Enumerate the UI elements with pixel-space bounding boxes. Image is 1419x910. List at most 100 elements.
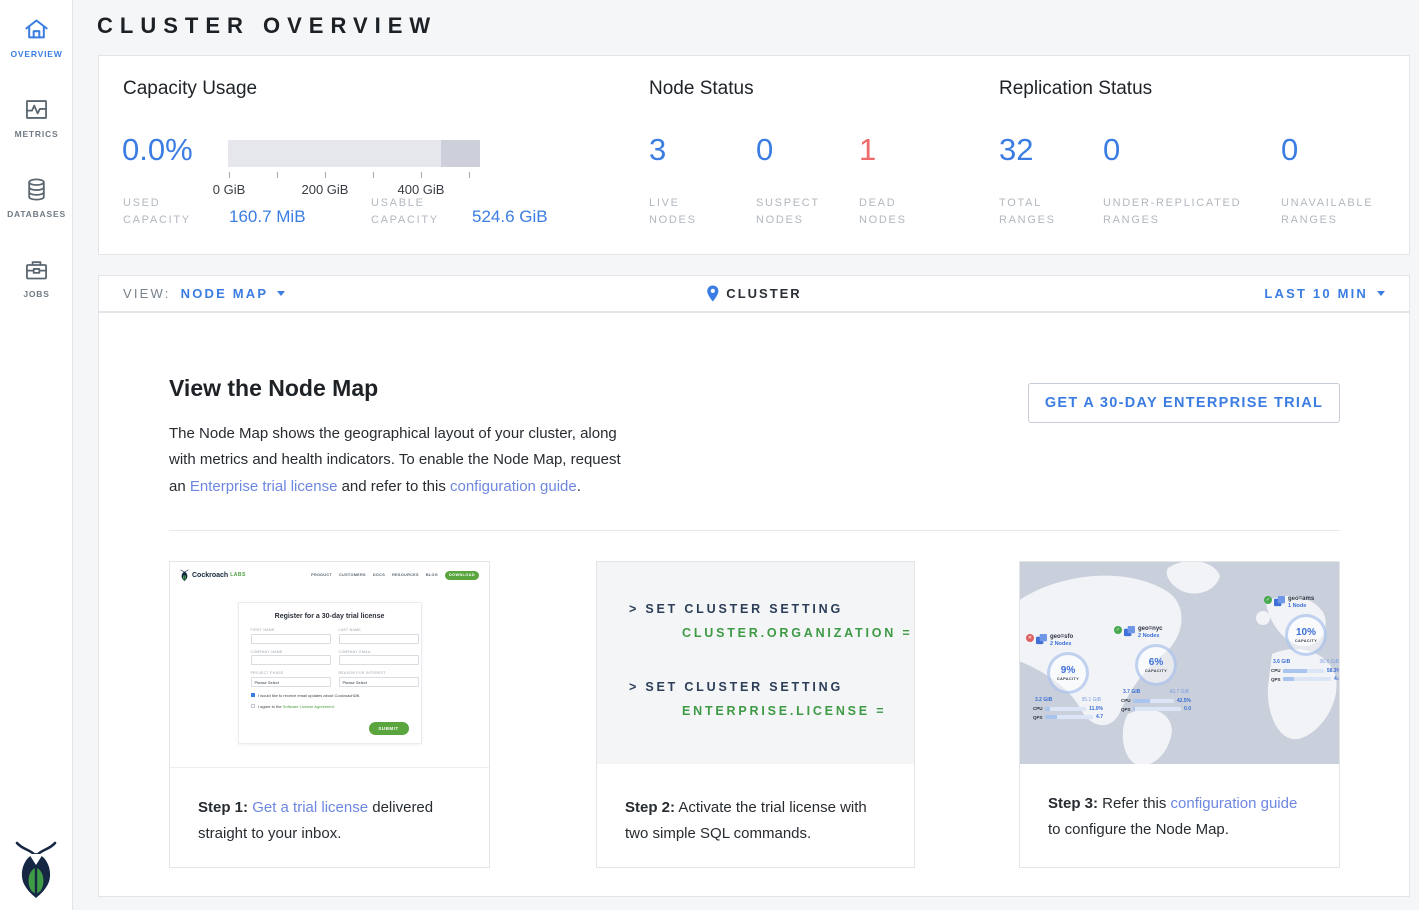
configuration-guide-link[interactable]: configuration guide xyxy=(450,478,577,495)
sql-argument: ENTERPRISE.LICENSE = xyxy=(682,704,886,718)
sql-statement: > SET CLUSTER SETTING xyxy=(629,602,843,616)
dead-nodes-value: 1 xyxy=(859,132,876,168)
replication-status-title: Replication Status xyxy=(999,78,1152,100)
page-title: CLUSTER OVERVIEW xyxy=(97,13,437,39)
capacity-gauge: 6% CAPACITY xyxy=(1135,644,1177,686)
node-map-preview: ✕ geo=sfo2 Nodes 9% CAPACITY 3.2 GiB35.1… xyxy=(1020,562,1339,764)
time-range-selector[interactable]: LAST 10 MIN xyxy=(1264,286,1368,301)
trial-license-site-screenshot: Cockroach LABS PRODUCT CUSTOMERS DOCS RE… xyxy=(170,562,489,768)
axis-tick-label: 0 GiB xyxy=(199,182,259,197)
usable-capacity-value: 524.6 GiB xyxy=(472,207,548,227)
capacity-gauge: 10% CAPACITY xyxy=(1285,614,1327,656)
used-capacity-label: USEDCAPACITY xyxy=(123,195,191,229)
capacity-usage-title: Capacity Usage xyxy=(123,78,257,100)
usable-capacity-label: USABLECAPACITY xyxy=(371,195,439,229)
get-trial-license-link[interactable]: Get a trial license xyxy=(252,799,368,816)
enterprise-trial-license-link[interactable]: Enterprise trial license xyxy=(190,478,338,495)
mini-site-nav: PRODUCT CUSTOMERS DOCS RESOURCES BLOG DO… xyxy=(311,571,479,580)
mini-site-select: Please Select xyxy=(339,677,419,687)
step1-card: Cockroach LABS PRODUCT CUSTOMERS DOCS RE… xyxy=(169,561,490,868)
step3-card: ✕ geo=sfo2 Nodes 9% CAPACITY 3.2 GiB35.1… xyxy=(1019,561,1340,868)
sql-argument: CLUSTER.ORGANIZATION = xyxy=(682,626,912,640)
suspect-nodes-label: SUSPECTNODES xyxy=(756,195,820,229)
map-node-sfo: ✕ geo=sfo2 Nodes 9% CAPACITY 3.2 GiB35.1… xyxy=(1026,634,1110,720)
mini-site-register-form: Register for a 30-day trial license FIRS… xyxy=(238,602,422,744)
node-cube-icon xyxy=(1036,634,1047,645)
mini-site-input xyxy=(251,655,331,665)
sidebar-item-label: JOBS xyxy=(0,289,73,299)
step2-caption: Step 2: Activate the trial license with … xyxy=(597,768,914,847)
location-pin-icon xyxy=(706,285,719,302)
map-node-ams: ✓ geo=ams1 Node 10% CAPACITY 3.6 GiB36.6… xyxy=(1264,596,1339,682)
node-cube-icon xyxy=(1274,596,1285,607)
cluster-overview-page: OVERVIEW METRICS DATABASES JOBS CLUSTER … xyxy=(0,0,1419,910)
live-nodes-label: LIVENODES xyxy=(649,195,697,229)
used-capacity-value: 160.7 MiB xyxy=(229,207,306,227)
jobs-icon xyxy=(23,256,50,283)
sidebar-item-databases[interactable]: DATABASES xyxy=(0,176,73,219)
mini-site-topbar: Cockroach LABS PRODUCT CUSTOMERS DOCS RE… xyxy=(170,562,489,588)
under-replicated-ranges-value: 0 xyxy=(1103,132,1120,168)
axis-tick xyxy=(421,172,422,178)
sidebar-item-overview[interactable]: OVERVIEW xyxy=(0,16,73,59)
node-map-heading: View the Node Map xyxy=(169,375,378,402)
sidebar-item-jobs[interactable]: JOBS xyxy=(0,256,73,299)
mini-site-checkbox-empty xyxy=(251,704,256,709)
step1-caption: Step 1: Get a trial license delivered st… xyxy=(170,768,489,847)
map-node-nyc: ✓ geo=nyc2 Nodes 6% CAPACITY 3.7 GiB43.7… xyxy=(1114,626,1198,712)
sql-code-block: > SET CLUSTER SETTING CLUSTER.ORGANIZATI… xyxy=(597,562,914,764)
node-map-description: The Node Map shows the geographical layo… xyxy=(169,421,634,500)
capacity-bar-reserved-segment xyxy=(441,140,480,167)
databases-icon xyxy=(23,176,50,203)
node-map-panel: View the Node Map The Node Map shows the… xyxy=(98,312,1410,897)
get-enterprise-trial-button[interactable]: GET A 30-DAY ENTERPRISE TRIAL xyxy=(1028,383,1340,423)
sidebar-item-metrics[interactable]: METRICS xyxy=(0,96,73,139)
mini-site-input xyxy=(339,634,419,644)
configuration-guide-link[interactable]: configuration guide xyxy=(1171,795,1298,812)
mini-site-input xyxy=(251,634,331,644)
step3-caption: Step 3: Refer this configuration guide t… xyxy=(1020,764,1339,843)
dead-nodes-label: DEADNODES xyxy=(859,195,907,229)
mini-site-select: Please Select xyxy=(251,677,331,687)
axis-tick-label: 200 GiB xyxy=(295,182,355,197)
sidebar-item-label: DATABASES xyxy=(0,209,73,219)
unavailable-ranges-label: UNAVAILABLERANGES xyxy=(1281,195,1373,229)
divider xyxy=(169,530,1340,531)
under-replicated-ranges-label: UNDER-REPLICATEDRANGES xyxy=(1103,195,1241,229)
sidebar-item-label: OVERVIEW xyxy=(0,49,73,59)
dead-status-icon: ✕ xyxy=(1026,634,1034,642)
capacity-bar-chart xyxy=(228,140,480,167)
mini-site-form-title: Register for a 30-day trial license xyxy=(239,613,421,620)
capacity-gauge: 9% CAPACITY xyxy=(1047,652,1089,694)
unavailable-ranges-value: 0 xyxy=(1281,132,1298,168)
metrics-icon xyxy=(23,96,50,123)
axis-tick xyxy=(325,172,326,178)
cockroach-logo xyxy=(14,840,58,898)
live-status-icon: ✓ xyxy=(1114,626,1122,634)
chevron-down-icon[interactable] xyxy=(1377,291,1385,296)
mini-site-brand: Cockroach xyxy=(192,572,228,579)
chevron-down-icon[interactable] xyxy=(277,291,285,296)
sidebar-item-label: METRICS xyxy=(0,129,73,139)
view-selector[interactable]: NODE MAP xyxy=(181,286,269,301)
view-label: VIEW: xyxy=(123,286,171,301)
total-ranges-value: 32 xyxy=(999,132,1033,168)
live-nodes-value: 3 xyxy=(649,132,666,168)
capacity-percent: 0.0% xyxy=(122,132,193,168)
sidebar: OVERVIEW METRICS DATABASES JOBS xyxy=(0,0,73,910)
mini-site-input xyxy=(339,655,419,665)
node-cube-icon xyxy=(1124,626,1135,637)
cluster-breadcrumb: CLUSTER xyxy=(726,286,801,301)
total-ranges-label: TOTALRANGES xyxy=(999,195,1056,229)
step2-card: > SET CLUSTER SETTING CLUSTER.ORGANIZATI… xyxy=(596,561,915,868)
cockroach-logo-small-icon xyxy=(180,569,189,581)
mini-site-download-button: DOWNLOAD xyxy=(445,571,479,580)
home-icon xyxy=(23,16,50,43)
view-bar: VIEW: NODE MAP CLUSTER LAST 10 MIN xyxy=(98,275,1410,312)
axis-tick xyxy=(229,172,230,178)
sql-statement: > SET CLUSTER SETTING xyxy=(629,680,843,694)
suspect-nodes-value: 0 xyxy=(756,132,773,168)
live-status-icon: ✓ xyxy=(1264,596,1272,604)
mini-site-checkbox-checked xyxy=(251,693,256,698)
node-status-title: Node Status xyxy=(649,78,754,100)
